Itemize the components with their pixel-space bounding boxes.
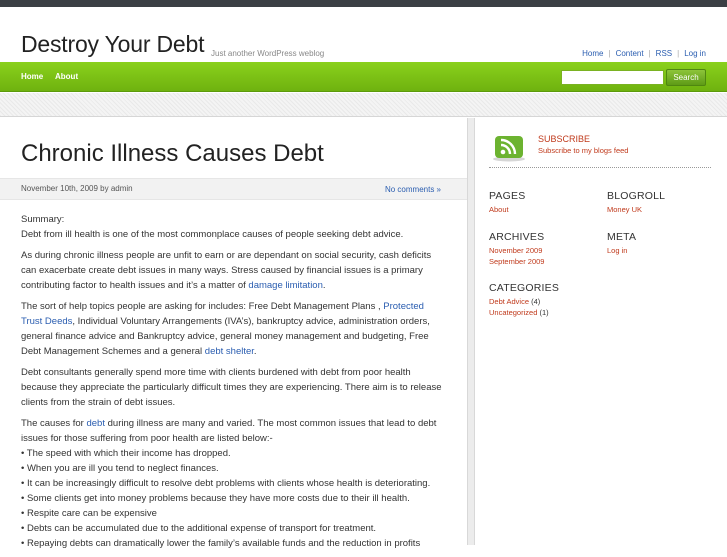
- header-link-home[interactable]: Home: [582, 49, 603, 58]
- bullet-item: • It can be increasingly difficult to re…: [21, 478, 431, 489]
- page-link-about[interactable]: About: [489, 205, 509, 214]
- site-title[interactable]: Destroy Your Debt: [21, 31, 204, 58]
- site-header: Destroy Your Debt Just another WordPress…: [0, 7, 727, 62]
- paragraph: The causes for debt during illness are m…: [21, 416, 446, 551]
- archive-link[interactable]: September 2009: [489, 257, 544, 266]
- nav-item-home[interactable]: Home: [21, 72, 43, 81]
- header-links: Home | Content | RSS | Log in: [582, 49, 706, 58]
- nav-item-about[interactable]: About: [55, 72, 78, 81]
- category-link-debt-advice[interactable]: Debt Advice: [489, 297, 529, 306]
- punctuation: .: [253, 346, 257, 357]
- bullet-item: • The speed with which their income has …: [21, 448, 231, 459]
- main-content: Chronic Illness Causes Debt November 10t…: [0, 118, 467, 549]
- bullet-item: • Some clients get into money problems b…: [21, 493, 410, 504]
- bullet-item: • When you are ill you tend to neglect f…: [21, 463, 219, 474]
- category-link-uncategorized[interactable]: Uncategorized: [489, 308, 537, 317]
- column-divider: [467, 118, 475, 545]
- meta-link-login[interactable]: Log in: [607, 246, 627, 255]
- bullet-item: • Repaying debts can dramatically lower …: [21, 538, 421, 549]
- widget-title-archives: ARCHIVES: [489, 231, 545, 243]
- link-damage-limitation[interactable]: damage limitation: [248, 280, 322, 291]
- paragraph-text: The sort of help topics people are askin…: [21, 301, 381, 312]
- widget-title-pages: PAGES: [489, 190, 526, 202]
- summary-text: Debt from ill health is one of the most …: [21, 229, 404, 240]
- summary-label: Summary:: [21, 214, 65, 225]
- blogroll-link-money-uk[interactable]: Money UK: [607, 205, 642, 214]
- main-nav: Home About Search: [0, 62, 727, 92]
- punctuation: .: [322, 280, 326, 291]
- paragraph-text: during illness are many and varied. The …: [21, 418, 437, 444]
- separator: |: [648, 49, 651, 58]
- paragraph: The sort of help topics people are askin…: [21, 299, 446, 359]
- paragraph-text: Debt consultants generally spend more ti…: [21, 367, 442, 408]
- header-link-content[interactable]: Content: [616, 49, 644, 58]
- category-count: (4): [531, 297, 541, 306]
- comments-link[interactable]: No comments »: [385, 185, 441, 194]
- link-debt-shelter[interactable]: debt shelter: [205, 346, 254, 357]
- rss-feed-icon[interactable]: [492, 134, 526, 162]
- widget-title-meta: META: [607, 231, 637, 243]
- post-meta-bar: November 10th, 2009 by admin No comments…: [0, 178, 467, 200]
- paragraph-text: As during chronic illness people are unf…: [21, 250, 432, 291]
- sidebar: SUBSCRIBE Subscribe to my blogs feed PAG…: [475, 118, 727, 545]
- search-button[interactable]: Search: [666, 69, 706, 86]
- separator: |: [608, 49, 611, 58]
- post-body: Summary: Debt from ill health is one of …: [21, 212, 446, 557]
- paragraph: As during chronic illness people are unf…: [21, 248, 446, 293]
- bullet-item: • Debts can be accumulated due to the ad…: [21, 523, 377, 534]
- subscribe-title[interactable]: SUBSCRIBE: [538, 134, 590, 144]
- separator: |: [677, 49, 680, 58]
- header-link-login[interactable]: Log in: [684, 49, 706, 58]
- widget-title-categories: CATEGORIES: [489, 282, 560, 294]
- search-input[interactable]: [561, 70, 664, 85]
- category-count: (1): [539, 308, 549, 317]
- post-title[interactable]: Chronic Illness Causes Debt: [21, 140, 324, 168]
- paragraph-summary: Summary: Debt from ill health is one of …: [21, 212, 446, 242]
- top-dark-bar: [0, 0, 727, 7]
- paragraph-text: The causes for: [21, 418, 84, 429]
- paragraph: Debt consultants generally spend more ti…: [21, 365, 446, 410]
- post-date: November 10th, 2009 by admin: [21, 184, 133, 193]
- header-link-rss[interactable]: RSS: [656, 49, 672, 58]
- decorative-stripe: [0, 93, 727, 117]
- bullet-item: • Respite care can be expensive: [21, 508, 157, 519]
- site-tagline: Just another WordPress weblog: [211, 49, 325, 58]
- link-debt[interactable]: debt: [86, 418, 105, 429]
- subscribe-link[interactable]: Subscribe to my blogs feed: [538, 146, 628, 155]
- archive-link[interactable]: November 2009: [489, 246, 542, 255]
- category-item: Uncategorized (1): [489, 308, 549, 317]
- category-item: Debt Advice (4): [489, 297, 540, 306]
- widget-title-blogroll: BLOGROLL: [607, 190, 666, 202]
- dotted-divider: [489, 167, 711, 168]
